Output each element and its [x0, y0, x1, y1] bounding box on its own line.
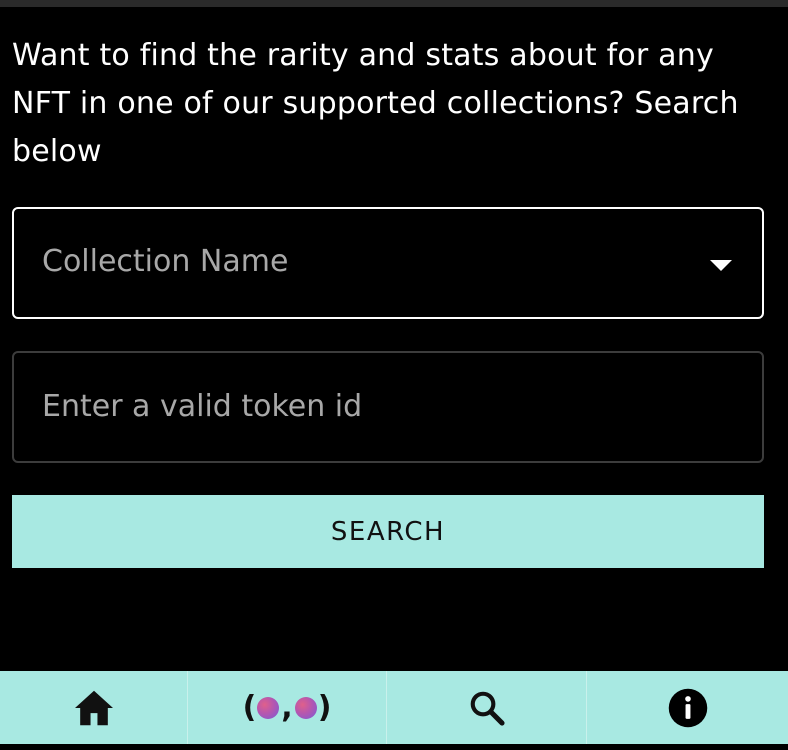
nav-collections[interactable]: ( , ) — [188, 671, 387, 744]
collection-select[interactable]: Collection Name — [12, 207, 764, 319]
collection-select-placeholder: Collection Name — [42, 244, 289, 279]
nav-home[interactable] — [0, 671, 188, 744]
bottom-nav: ( , ) — [0, 671, 788, 744]
logo-right-dot — [294, 696, 317, 719]
token-id-field — [12, 351, 764, 463]
search-button[interactable]: SEARCH — [12, 495, 764, 568]
logo-left-paren: ( — [242, 689, 257, 725]
eyes-logo-icon: ( , ) — [242, 689, 332, 725]
intro-text: Want to find the rarity and stats about … — [12, 38, 739, 169]
search-icon — [470, 691, 505, 726]
bottom-edge — [0, 744, 788, 750]
info-icon — [668, 688, 707, 727]
nav-search[interactable] — [387, 671, 587, 744]
nav-info[interactable] — [587, 671, 788, 744]
logo-left-dot — [257, 696, 280, 719]
logo-comma: , — [281, 689, 293, 725]
chevron-down-icon — [710, 260, 732, 271]
logo-right-paren: ) — [317, 689, 332, 725]
home-icon — [74, 690, 113, 725]
token-id-input[interactable] — [42, 383, 722, 429]
top-bar — [0, 0, 788, 7]
